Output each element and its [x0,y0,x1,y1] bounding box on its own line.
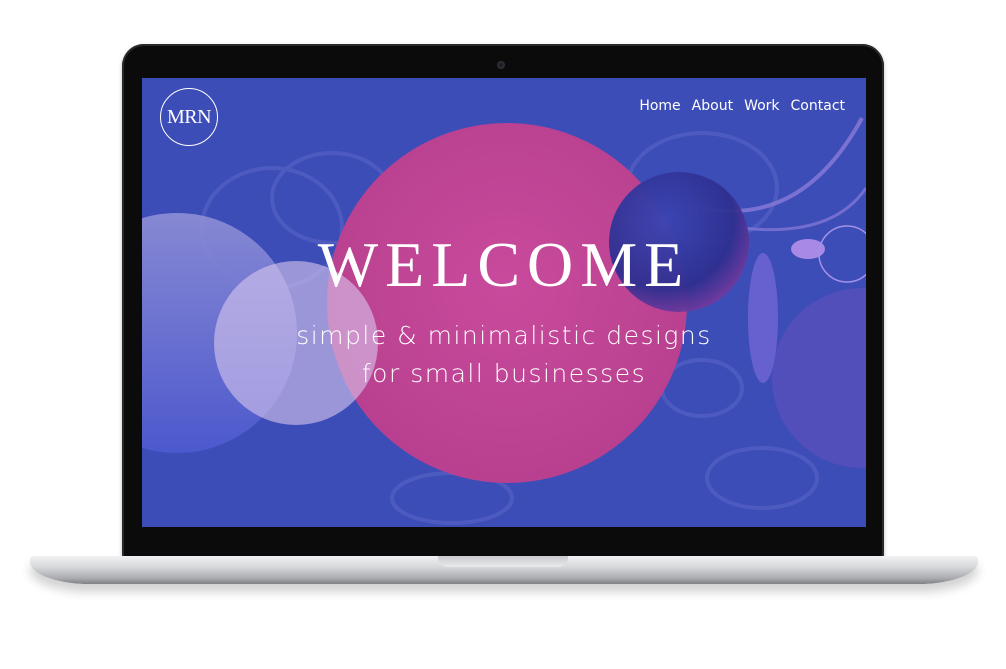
webcam-icon [497,61,505,69]
nav-home-link[interactable]: Home [639,98,680,114]
nav-work-link[interactable]: Work [744,98,779,114]
hero-subtitle-line-1: simple & minimalistic designs [296,321,712,350]
background-decoration [142,117,866,525]
hero-subtitle: simple & minimalistic designs for small … [142,317,866,393]
laptop-hinge-notch [438,556,568,567]
hero-subtitle-line-2: for small businesses [361,359,647,388]
nav-contact-link[interactable]: Contact [791,98,845,114]
logo-text: MRN [166,105,212,128]
main-nav: Home About Work Contact [639,98,845,114]
nav-about-link[interactable]: About [692,98,733,114]
website-screen: MRN Home About Work Contact WELCOME simp… [142,78,866,527]
hero-title: WELCOME [317,229,691,300]
site-logo[interactable]: MRN [160,88,218,146]
